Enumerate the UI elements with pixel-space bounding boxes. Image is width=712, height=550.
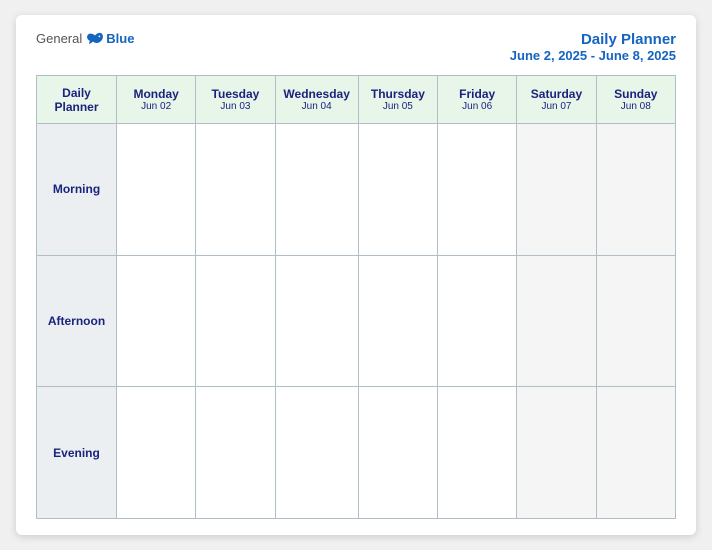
morning-sunday[interactable] [596,124,675,256]
afternoon-label: Afternoon [37,255,117,387]
logo-bird-icon [86,32,104,46]
evening-tuesday[interactable] [196,387,275,519]
evening-thursday[interactable] [358,387,437,519]
logo-general-text: General [36,31,82,46]
column-headers: Daily Planner Monday Jun 02 Tuesday Jun … [37,76,676,124]
dp-label1: Daily [41,86,112,100]
evening-wednesday[interactable] [275,387,358,519]
date-range: June 2, 2025 - June 8, 2025 [510,48,676,63]
page-title: Daily Planner [510,31,676,48]
afternoon-saturday[interactable] [517,255,596,387]
logo-blue-text: Blue [106,31,134,46]
calendar-table: Daily Planner Monday Jun 02 Tuesday Jun … [36,75,676,519]
afternoon-tuesday[interactable] [196,255,275,387]
logo: General Blue [36,31,134,46]
logo-area: General Blue [36,31,134,46]
title-area: Daily Planner June 2, 2025 - June 8, 202… [510,31,676,63]
afternoon-thursday[interactable] [358,255,437,387]
morning-saturday[interactable] [517,124,596,256]
evening-row: Evening [37,387,676,519]
morning-wednesday[interactable] [275,124,358,256]
header-thursday: Thursday Jun 05 [358,76,437,124]
afternoon-friday[interactable] [438,255,517,387]
daily-planner-header: Daily Planner [37,76,117,124]
evening-saturday[interactable] [517,387,596,519]
afternoon-row: Afternoon [37,255,676,387]
page: General Blue Daily Planner June 2, 2025 … [16,15,696,535]
evening-friday[interactable] [438,387,517,519]
afternoon-wednesday[interactable] [275,255,358,387]
evening-sunday[interactable] [596,387,675,519]
dp-label2: Planner [41,100,112,114]
header-friday: Friday Jun 06 [438,76,517,124]
evening-label: Evening [37,387,117,519]
morning-friday[interactable] [438,124,517,256]
header-monday: Monday Jun 02 [117,76,196,124]
header: General Blue Daily Planner June 2, 2025 … [36,31,676,63]
morning-label: Morning [37,124,117,256]
afternoon-monday[interactable] [117,255,196,387]
morning-monday[interactable] [117,124,196,256]
morning-row: Morning [37,124,676,256]
evening-monday[interactable] [117,387,196,519]
header-wednesday: Wednesday Jun 04 [275,76,358,124]
header-sunday: Sunday Jun 08 [596,76,675,124]
morning-thursday[interactable] [358,124,437,256]
header-saturday: Saturday Jun 07 [517,76,596,124]
header-tuesday: Tuesday Jun 03 [196,76,275,124]
morning-tuesday[interactable] [196,124,275,256]
afternoon-sunday[interactable] [596,255,675,387]
